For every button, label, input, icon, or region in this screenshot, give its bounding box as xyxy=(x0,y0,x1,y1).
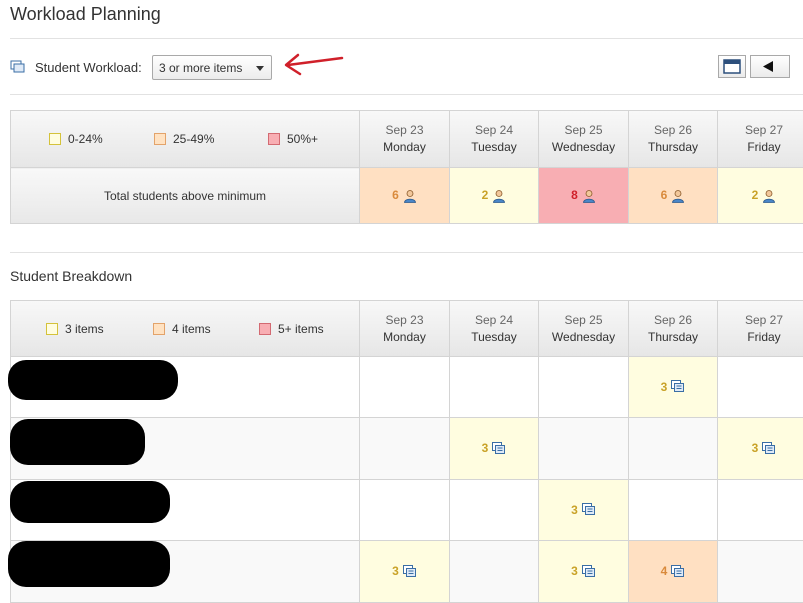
student-breakdown-title: Student Breakdown xyxy=(10,268,132,284)
item-count: 3 xyxy=(661,380,668,394)
workload-cell xyxy=(629,418,718,480)
total-cell[interactable]: 2 xyxy=(450,168,539,224)
student-icon xyxy=(403,189,417,203)
day-header: Sep 26Thursday xyxy=(629,301,718,357)
workload-cell xyxy=(360,357,450,418)
stacked-items-icon xyxy=(403,565,417,579)
workload-cell xyxy=(718,357,803,418)
redacted-student-name xyxy=(10,419,145,465)
day-header: Sep 25Wednesday xyxy=(539,111,629,168)
student-workload-value: 3 or more items xyxy=(159,61,242,75)
workload-cell[interactable]: 3 xyxy=(718,418,803,480)
legend-item: 3 items xyxy=(46,322,104,336)
workload-cell xyxy=(539,357,629,418)
day-header: Sep 23Monday xyxy=(360,301,450,357)
student-icon xyxy=(671,189,685,203)
legend-label: 50%+ xyxy=(287,132,318,146)
triangle-left-icon xyxy=(751,56,789,77)
workload-cell xyxy=(450,480,539,541)
divider xyxy=(10,38,803,39)
item-count: 3 xyxy=(571,503,578,517)
total-cell[interactable]: 2 xyxy=(718,168,803,224)
divider xyxy=(10,252,803,253)
workload-cell[interactable]: 4 xyxy=(629,541,718,603)
redacted-student-name xyxy=(10,481,170,523)
legend-swatch-orange xyxy=(154,133,166,145)
chevron-down-icon xyxy=(256,66,264,71)
legend-swatch-red xyxy=(259,323,271,335)
stacked-items-icon xyxy=(671,565,685,579)
day-header: Sep 26Thursday xyxy=(629,111,718,168)
item-count: 3 xyxy=(752,441,759,455)
item-count: 3 xyxy=(482,441,489,455)
student-icon xyxy=(762,189,776,203)
page-title: Workload Planning xyxy=(10,4,161,25)
legend-swatch-yellow xyxy=(49,133,61,145)
workload-cell xyxy=(450,541,539,603)
student-icon xyxy=(582,189,596,203)
breakdown-header-row: 3 items 4 items 5+ items Sep 23Monday Se… xyxy=(11,301,803,357)
legend-label: 25-49% xyxy=(173,132,214,146)
total-cell[interactable]: 6 xyxy=(360,168,450,224)
stacked-items-icon xyxy=(762,442,776,456)
workload-cell[interactable]: 3 xyxy=(360,541,450,603)
item-count: 4 xyxy=(661,564,668,578)
legend-swatch-orange xyxy=(153,323,165,335)
summary-legend: 0-24% 25-49% 50%+ xyxy=(11,111,360,168)
stacked-items-icon xyxy=(582,503,596,517)
student-workload-select[interactable]: 3 or more items xyxy=(152,55,272,80)
legend-item: 0-24% xyxy=(49,132,103,146)
total-cell[interactable]: 6 xyxy=(629,168,718,224)
legend-swatch-yellow xyxy=(46,323,58,335)
workload-cell xyxy=(450,357,539,418)
item-count: 3 xyxy=(392,564,399,578)
stacked-items-icon xyxy=(582,565,596,579)
legend-label: 5+ items xyxy=(278,322,324,336)
redacted-student-name xyxy=(8,360,178,400)
workload-cell xyxy=(629,480,718,541)
total-cell[interactable]: 8 xyxy=(539,168,629,224)
redacted-student-name xyxy=(8,541,170,587)
day-header: Sep 23Monday xyxy=(360,111,450,168)
legend-label: 3 items xyxy=(65,322,104,336)
student-icon xyxy=(492,189,506,203)
calendar-view-button[interactable] xyxy=(718,55,746,78)
day-header: Sep 27Friday xyxy=(718,301,803,357)
student-workload-label: Student Workload: xyxy=(35,60,142,75)
day-header: Sep 24Tuesday xyxy=(450,111,539,168)
legend-item: 50%+ xyxy=(268,132,318,146)
item-count: 3 xyxy=(571,564,578,578)
divider xyxy=(10,94,803,95)
summary-table: 0-24% 25-49% 50%+ Sep 23Monday Sep 24Tue… xyxy=(10,110,803,224)
workload-cell xyxy=(360,480,450,541)
workload-cell[interactable]: 3 xyxy=(629,357,718,418)
stacked-items-icon xyxy=(492,442,506,456)
workload-cell[interactable]: 3 xyxy=(450,418,539,480)
legend-label: 0-24% xyxy=(68,132,103,146)
previous-week-button[interactable] xyxy=(750,55,790,78)
day-header: Sep 27Friday xyxy=(718,111,803,168)
red-arrow-annotation-icon xyxy=(282,50,344,80)
legend-label: 4 items xyxy=(172,322,211,336)
day-header: Sep 25Wednesday xyxy=(539,301,629,357)
workload-cell[interactable]: 3 xyxy=(539,480,629,541)
workload-cell xyxy=(718,541,803,603)
legend-item: 5+ items xyxy=(259,322,324,336)
workload-cell xyxy=(360,418,450,480)
workload-cell[interactable]: 3 xyxy=(539,541,629,603)
stacked-items-icon xyxy=(10,60,26,74)
total-students-label: Total students above minimum xyxy=(11,168,360,224)
workload-cell xyxy=(718,480,803,541)
stacked-items-icon xyxy=(671,380,685,394)
total-row: Total students above minimum 6 2 8 6 2 xyxy=(11,168,803,224)
legend-swatch-red xyxy=(268,133,280,145)
summary-header-row: 0-24% 25-49% 50%+ Sep 23Monday Sep 24Tue… xyxy=(11,111,803,168)
breakdown-legend: 3 items 4 items 5+ items xyxy=(11,301,360,357)
day-header: Sep 24Tuesday xyxy=(450,301,539,357)
workload-cell xyxy=(539,418,629,480)
calendar-icon xyxy=(719,56,745,77)
legend-item: 4 items xyxy=(153,322,211,336)
legend-item: 25-49% xyxy=(154,132,214,146)
